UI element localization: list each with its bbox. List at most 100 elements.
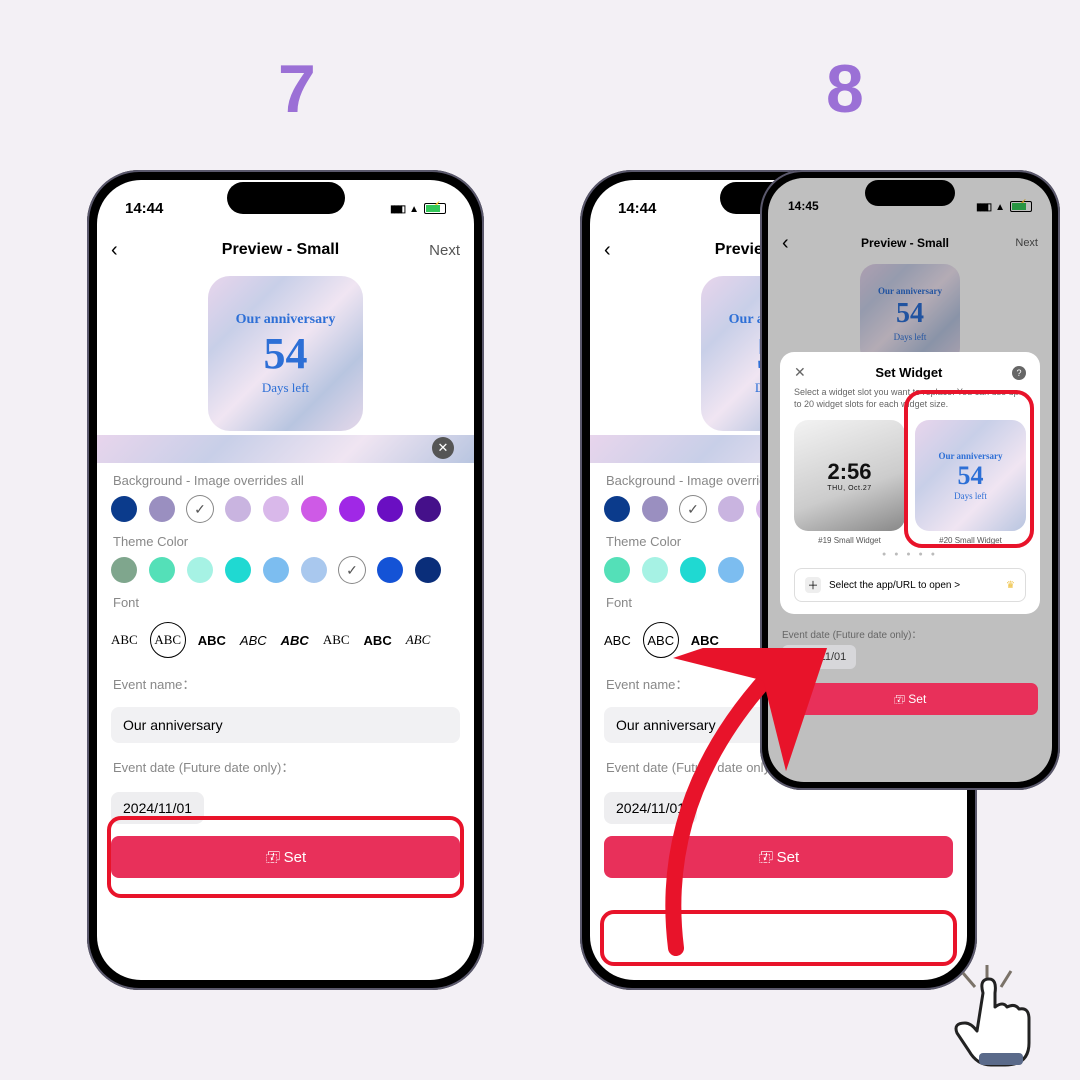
- theme-swatch[interactable]: [680, 557, 706, 583]
- modal-subtitle: Select a widget slot you want to replace…: [794, 387, 1026, 410]
- font-option[interactable]: ABC: [196, 629, 228, 652]
- widget-count: 54: [264, 332, 308, 376]
- theme-swatch[interactable]: [111, 557, 137, 583]
- tutorial-highlight-set-button: [600, 910, 957, 966]
- bg-swatch-selected[interactable]: [187, 496, 213, 522]
- widget-slot-19[interactable]: 2:56 THU, Oct.27 #19 Small Widget: [794, 420, 905, 545]
- font-option[interactable]: ABC: [321, 628, 352, 652]
- theme-swatch[interactable]: [415, 557, 441, 583]
- navbar: ‹ Preview - Small Next: [97, 230, 474, 270]
- notch: [865, 180, 955, 206]
- status-right: ⚡: [390, 201, 446, 215]
- signal-icon: [390, 201, 404, 215]
- event-date-input[interactable]: 2024/11/01: [111, 792, 204, 824]
- back-button[interactable]: ‹: [604, 239, 634, 262]
- modal-title: Set Widget: [806, 365, 1012, 380]
- font-option[interactable]: ABC: [109, 628, 140, 652]
- bg-swatch-selected[interactable]: [680, 496, 706, 522]
- font-label: Font: [97, 585, 474, 616]
- widget-subtitle: Days left: [262, 380, 309, 396]
- slot-clock-time: 2:56: [827, 459, 871, 485]
- bg-swatch[interactable]: [604, 496, 630, 522]
- widget-preview: Our anniversary 54 Days left: [208, 276, 363, 431]
- theme-swatch[interactable]: [263, 557, 289, 583]
- bg-swatch[interactable]: [642, 496, 668, 522]
- bg-swatch[interactable]: [111, 496, 137, 522]
- page-title: Preview - Small: [141, 241, 420, 259]
- page-dots: ● ● ● ● ●: [794, 551, 1026, 558]
- theme-label: Theme Color: [97, 524, 474, 555]
- bg-swatch[interactable]: [301, 496, 327, 522]
- background-swatches: [97, 494, 474, 524]
- screen-left: 14:44 ⚡ ‹ Preview - Small Next Our anniv…: [97, 180, 474, 980]
- next-button[interactable]: Next: [420, 242, 460, 259]
- theme-swatch[interactable]: [604, 557, 630, 583]
- status-time: 14:44: [125, 200, 163, 217]
- theme-swatch[interactable]: [642, 557, 668, 583]
- font-option[interactable]: ABC: [279, 629, 311, 652]
- event-name-label: Event name：: [97, 664, 474, 699]
- status-time: 14:44: [618, 200, 656, 217]
- font-options: ABC ABC ABC ABC ABC ABC ABC ABC: [97, 616, 474, 664]
- slot-clock-date: THU, Oct.27: [827, 485, 871, 492]
- phone-frame-left: 14:44 ⚡ ‹ Preview - Small Next Our anniv…: [87, 170, 484, 990]
- widget-slot-20[interactable]: Our anniversary 54 Days left #20 Small W…: [915, 420, 1026, 545]
- modal-close-icon[interactable]: ✕: [794, 364, 806, 381]
- slot-label: #19 Small Widget: [818, 536, 881, 545]
- set-button[interactable]: Set: [782, 683, 1038, 715]
- set-button-label: Set: [908, 692, 926, 706]
- bg-swatch[interactable]: [415, 496, 441, 522]
- bg-swatch[interactable]: [718, 496, 744, 522]
- background-label: Background - Image overrides all: [97, 463, 474, 494]
- battery-icon: ⚡: [424, 203, 446, 214]
- slot-label: #20 Small Widget: [939, 536, 1002, 545]
- step-number-7: 7: [278, 50, 316, 128]
- bg-swatch[interactable]: [225, 496, 251, 522]
- crown-icon: ♛: [1006, 580, 1015, 591]
- set-button[interactable]: Set: [111, 836, 460, 878]
- bg-swatch[interactable]: [149, 496, 175, 522]
- bg-swatch[interactable]: [377, 496, 403, 522]
- plus-icon: ＋: [805, 577, 821, 593]
- theme-swatches: [97, 555, 474, 585]
- select-app-button[interactable]: ＋ Select the app/URL to open > ♛: [794, 568, 1026, 602]
- widget-count: 54: [958, 461, 984, 491]
- event-date-input[interactable]: 2024/11/01: [604, 792, 697, 824]
- theme-swatch-selected[interactable]: [339, 557, 365, 583]
- widget-title: Our anniversary: [938, 451, 1002, 461]
- edit-background-row[interactable]: ✕: [97, 435, 474, 463]
- font-option[interactable]: ABC: [362, 629, 394, 652]
- event-date-label: Event date (Future date only)：: [97, 747, 474, 782]
- overlay-lower-area: Event date (Future date only)： 2024/11/0…: [782, 626, 1038, 715]
- close-icon[interactable]: ✕: [432, 437, 454, 459]
- font-option[interactable]: ABC: [238, 629, 269, 652]
- step-number-8: 8: [826, 50, 864, 128]
- select-app-label: Select the app/URL to open >: [829, 580, 960, 591]
- theme-swatch[interactable]: [149, 557, 175, 583]
- set-button[interactable]: Set: [604, 836, 953, 878]
- event-name-input[interactable]: [111, 707, 460, 743]
- theme-swatch[interactable]: [301, 557, 327, 583]
- help-icon[interactable]: ?: [1012, 366, 1026, 380]
- theme-swatch[interactable]: [718, 557, 744, 583]
- event-date-input[interactable]: 2024/11/01: [782, 645, 856, 669]
- slot-preview-clock: 2:56 THU, Oct.27: [794, 420, 905, 531]
- font-option-selected[interactable]: ABC: [643, 622, 679, 658]
- event-date-label: Event date (Future date only)：: [782, 626, 1038, 641]
- font-option-selected[interactable]: ABC: [150, 622, 186, 658]
- font-option[interactable]: ABC: [689, 629, 721, 652]
- notch: [227, 182, 345, 214]
- theme-swatch[interactable]: [187, 557, 213, 583]
- set-button-label: Set: [777, 849, 800, 866]
- tap-cursor-icon: [945, 965, 1055, 1075]
- font-option[interactable]: ABC: [602, 629, 633, 652]
- font-option[interactable]: ABC: [404, 628, 433, 652]
- back-button[interactable]: ‹: [111, 239, 141, 262]
- theme-swatch[interactable]: [225, 557, 251, 583]
- set-widget-modal: ✕ Set Widget ? Select a widget slot you …: [780, 352, 1040, 614]
- bg-swatch[interactable]: [263, 496, 289, 522]
- slot-preview-anniversary: Our anniversary 54 Days left: [915, 420, 1026, 531]
- screen-overlay: 14:45 ⚡ ‹ Preview - Small Next Our anniv…: [768, 178, 1052, 782]
- bg-swatch[interactable]: [339, 496, 365, 522]
- theme-swatch[interactable]: [377, 557, 403, 583]
